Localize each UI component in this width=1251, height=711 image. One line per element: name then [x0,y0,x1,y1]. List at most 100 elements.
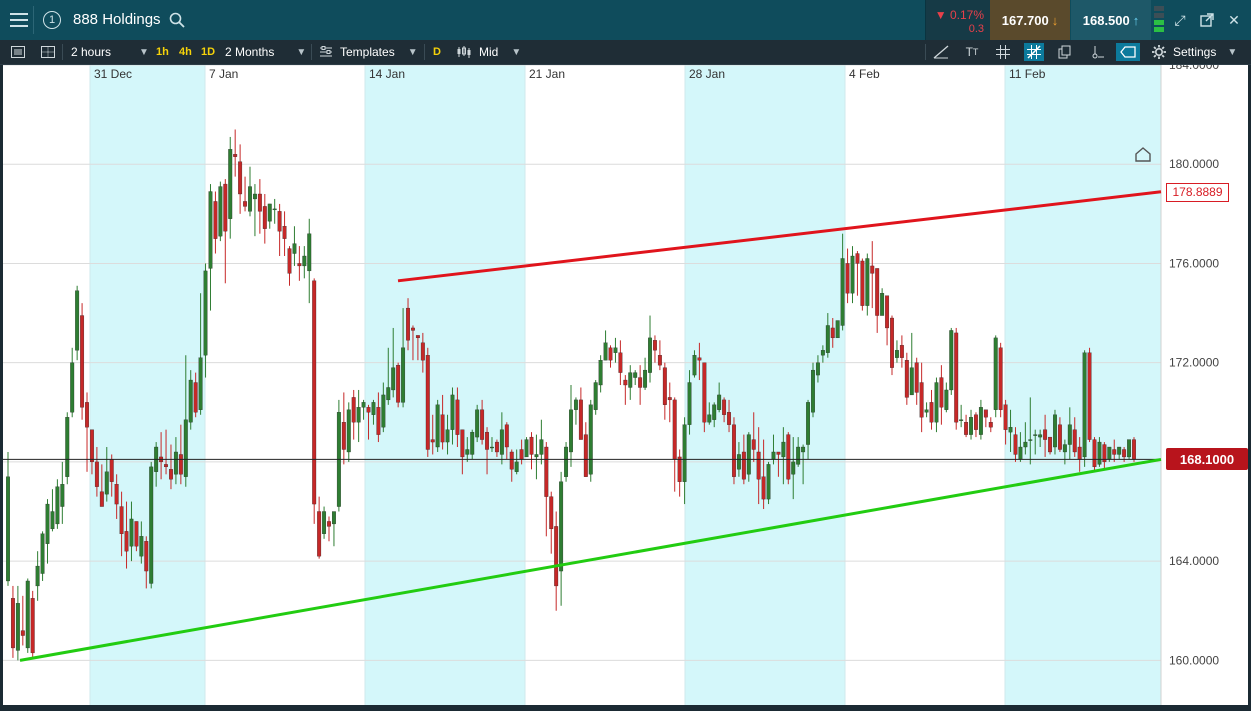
candle-body [672,399,677,460]
magnet-icon[interactable] [1087,43,1107,61]
candle-body [351,397,356,423]
candle-body [1062,444,1067,453]
candle-body [1033,434,1038,436]
candle-body [10,598,15,649]
weekend-shade [685,65,845,705]
candle-body [331,511,336,525]
templates-select[interactable]: Templates ▼ [340,40,418,64]
list-icon[interactable] [8,43,28,61]
range-select[interactable]: 2 Months ▼ [225,40,306,64]
weekend-shade [365,65,525,705]
candle-body [272,208,277,211]
candle-body [282,226,287,239]
candle-body [707,414,712,423]
candle-body [830,327,835,339]
candle-body [425,355,430,450]
interval-select[interactable]: 2 hours ▼ [71,40,149,64]
expand-icon[interactable]: ⤢ [1169,8,1191,32]
candle-body [623,379,628,386]
candle-body [801,446,806,453]
candle-body [529,436,534,455]
candle-body [30,598,35,654]
candle-body [786,434,791,480]
settings-menu[interactable]: Settings ▼ [1173,40,1237,64]
candle-body [361,402,366,408]
candlestick-type-icon[interactable] [454,43,474,61]
candle-body [959,419,964,421]
candle-body [371,402,376,415]
text-tool-icon[interactable]: TT [962,43,982,61]
candle-body [85,402,89,428]
candle-body [223,183,228,232]
candle-body [811,369,815,413]
candle-body [904,360,909,398]
candle-body [717,394,722,410]
candle-body [1018,446,1023,460]
candle-body [297,263,302,267]
chevron-down-icon: ▼ [1227,46,1238,58]
candle-body [855,253,860,264]
hamburger-icon[interactable] [5,6,34,34]
chart-canvas[interactable]: 31 Dec 7 Jan 14 Jan 21 Jan 28 Jan 4 Feb 11 Feb… [3,65,1248,705]
candle-body [954,332,959,423]
interval-4h[interactable]: 4h [179,40,192,64]
candle-body [736,454,741,470]
candle-body [45,503,50,544]
layout-icon[interactable] [38,43,58,61]
candle-body [1038,434,1043,438]
candle-body [983,409,988,418]
candle-body [1127,439,1132,458]
candle-body [114,484,119,505]
candle-body [494,441,499,453]
change-percent: ▼ 0.17% [934,8,984,22]
close-icon[interactable]: ✕ [1223,8,1245,32]
gear-icon[interactable] [1149,43,1169,61]
snap-grid-icon[interactable] [1024,43,1044,61]
candle-body [712,404,717,420]
candle-body [218,186,223,237]
candle-body [50,511,55,530]
candle-body [164,464,168,468]
candle-body [475,409,480,438]
candle-body [667,397,672,401]
price-chart[interactable]: 31 Dec 7 Jan 14 Jan 21 Jan 28 Jan 4 Feb 11 Feb… [3,65,1248,705]
candle-body [534,454,539,458]
candle-body [1097,441,1102,465]
chevron-down-icon: ▼ [296,46,307,58]
candle-body [978,407,983,435]
copy-icon[interactable] [1055,43,1075,61]
label-tool-icon[interactable] [1116,43,1140,61]
candle-body [598,360,603,386]
price-type-select[interactable]: Mid ▼ [479,40,521,64]
candle-body [682,424,687,482]
candle-body [919,382,924,418]
popout-icon[interactable] [1196,8,1218,32]
toolbar-divider [311,44,312,60]
buy-button[interactable]: 168.500 ↑ [1071,0,1151,40]
templates-label: Templates [340,45,395,59]
candle-body [628,372,633,388]
candle-body [643,369,648,388]
candle-body [756,451,761,480]
d-toggle[interactable]: D [433,40,441,64]
interval-1h[interactable]: 1h [156,40,169,64]
candle-body [988,422,993,428]
candle-body [252,193,257,200]
search-icon[interactable] [169,12,185,28]
candle-body [939,377,944,408]
y-tick-label: 184.0000 [1169,65,1219,72]
candle-body [1082,352,1087,458]
sell-button[interactable]: 167.700 ↓ [990,0,1070,40]
candle-body [875,268,880,316]
crosshair-grid-icon[interactable] [993,43,1013,61]
trendline-tool-icon[interactable] [931,43,951,61]
interval-1d[interactable]: 1D [201,40,215,64]
signal-bars-icon [1154,6,1164,32]
info-circle-icon[interactable]: 1 [38,6,66,34]
y-tick-label: 172.0000 [1169,356,1219,370]
range-value: 2 Months [225,45,275,59]
weekend-shade [90,65,205,705]
home-icon[interactable] [1134,146,1152,162]
instrument-name[interactable]: 888 Holdings [73,11,161,28]
candle-body [633,372,638,378]
